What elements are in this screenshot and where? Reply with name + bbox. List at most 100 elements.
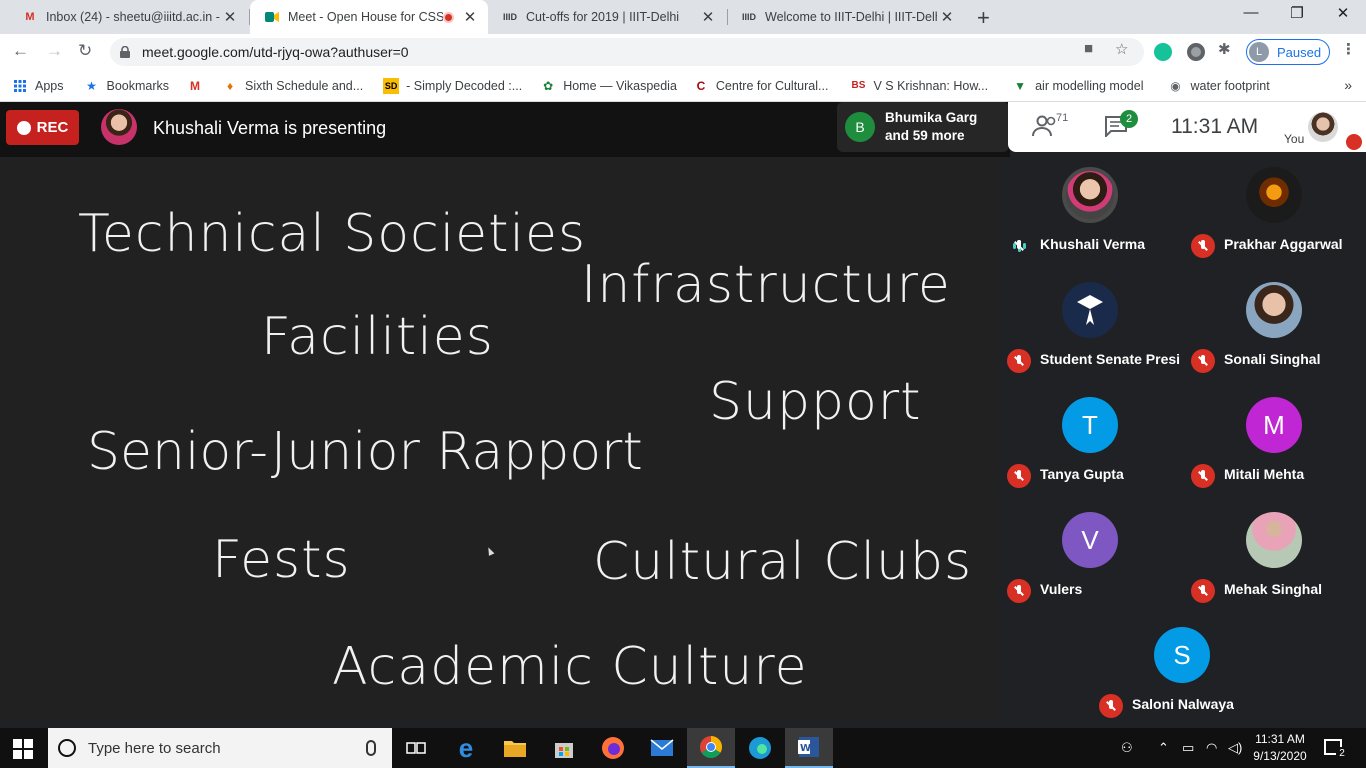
bookmark-water-footprint[interactable]: ◉ water footprint	[1167, 78, 1269, 94]
notification-count: 2	[1336, 747, 1348, 759]
bookmark-simply-decoded[interactable]: SD - Simply Decoded :...	[383, 77, 523, 94]
record-dot-icon	[16, 120, 31, 135]
participant-tile[interactable]: Mehak Singhal	[1182, 502, 1366, 617]
grammarly-icon[interactable]	[1154, 43, 1172, 61]
close-tab-icon[interactable]: ✕	[937, 8, 957, 26]
microphone-icon[interactable]	[366, 740, 376, 756]
minimize-button[interactable]: —	[1228, 4, 1274, 21]
tab-inbox[interactable]: M Inbox (24) - sheetu@iiitd.ac.in - I ✕	[8, 0, 248, 34]
participant-tile[interactable]: T Tanya Gupta	[998, 387, 1182, 502]
word-icon[interactable]: W	[785, 728, 833, 768]
bookmark-vs-krishnan[interactable]: BS V S Krishnan: How...	[850, 78, 989, 94]
show-hidden-icons-icon[interactable]: ⌃	[1158, 740, 1169, 756]
bookmark-label: - Simply Decoded :...	[406, 78, 523, 93]
mic-muted-icon	[1191, 464, 1215, 488]
bookmark-air-modelling[interactable]: ▼ air modelling model	[1012, 78, 1143, 94]
bookmark-bookmarks[interactable]: ★ Bookmarks	[84, 78, 169, 94]
edge-icon[interactable]	[736, 728, 784, 768]
close-window-button[interactable]: ✕	[1320, 4, 1366, 22]
more-bookmarks-icon[interactable]: »	[1344, 77, 1352, 93]
mouse-cursor-icon	[485, 546, 495, 556]
puzzle-extensions-icon[interactable]: ✱	[1218, 40, 1231, 58]
slide-word: Senior-Junior Rapport	[87, 422, 643, 482]
task-view-icon[interactable]	[392, 728, 440, 768]
participant-name: Sonali Singhal	[1224, 351, 1321, 367]
meet-clock: 11:31 AM	[1171, 115, 1259, 138]
participant-tile[interactable]: V Vulers	[998, 502, 1182, 617]
bookmark-vikaspedia[interactable]: ✿ Home — Vikaspedia	[540, 78, 677, 94]
other-participants-chip[interactable]: B Bhumika Garg and 59 more	[837, 102, 1009, 152]
bookmark-sixth-schedule[interactable]: ♦ Sixth Schedule and...	[222, 78, 363, 94]
camera-icon[interactable]: ■	[1084, 40, 1093, 57]
participant-name: Mehak Singhal	[1224, 581, 1323, 597]
participant-tile[interactable]: M Mitali Mehta	[1182, 387, 1366, 502]
mic-muted-icon	[1191, 234, 1215, 258]
participant-name: Tanya Gupta	[1040, 466, 1124, 482]
recording-badge[interactable]: REC	[6, 110, 79, 145]
people-tray-icon[interactable]: ⚇	[1121, 740, 1133, 756]
bookmark-ccrt[interactable]: C Centre for Cultural...	[693, 78, 829, 94]
participant-name: Mitali Mehta	[1224, 466, 1305, 482]
battery-icon[interactable]: ▭	[1182, 740, 1194, 756]
participant-avatar	[1246, 282, 1302, 338]
store-icon[interactable]	[540, 728, 588, 768]
vikaspedia-icon: ✿	[543, 78, 554, 93]
presenter-avatar	[101, 109, 137, 145]
wifi-icon[interactable]: ◠	[1206, 740, 1217, 756]
tab-title: Welcome to IIIT-Delhi | IIIT-Delhi	[765, 10, 937, 24]
chrome-icon[interactable]	[687, 728, 735, 768]
address-bar[interactable]: meet.google.com/utd-rjyq-owa?authuser=0	[110, 38, 1144, 66]
windows-start-icon[interactable]	[13, 739, 33, 759]
volume-icon[interactable]: ◁)	[1228, 740, 1242, 756]
others-name: Bhumika Garg	[885, 110, 978, 125]
firefox-icon[interactable]	[589, 728, 637, 768]
slide-word: Cultural Clubs	[593, 532, 973, 592]
tab-title: Inbox (24) - sheetu@iiitd.ac.in - I	[46, 10, 220, 24]
others-count: and 59 more	[885, 128, 965, 143]
participant-tile[interactable]: S Saloni Nalwaya	[1090, 617, 1274, 720]
svg-text:W: W	[800, 743, 811, 754]
mail-icon[interactable]	[638, 728, 686, 768]
bookmark-apps[interactable]: Apps	[12, 78, 64, 94]
meet-call-view: REC Khushali Verma is presenting B Bhumi…	[0, 102, 1366, 720]
close-tab-icon[interactable]: ✕	[220, 8, 240, 26]
tab-welcome[interactable]: IIID Welcome to IIIT-Delhi | IIIT-Delhi …	[727, 0, 965, 34]
reload-button[interactable]: ↻	[78, 41, 92, 61]
bookmark-gmail[interactable]: M	[187, 78, 210, 94]
taskbar-search[interactable]: Type here to search	[48, 728, 392, 768]
bookmark-label: air modelling model	[1035, 78, 1144, 93]
you-label: You	[1284, 132, 1305, 146]
tab-meet[interactable]: Meet - Open House for CSSS ✕	[250, 0, 488, 34]
self-avatar[interactable]	[1308, 112, 1338, 142]
participant-tile[interactable]: Sonali Singhal	[1182, 272, 1366, 387]
browser-toolbar: ← → ↻ meet.google.com/utd-rjyq-owa?authu…	[0, 34, 1366, 70]
participant-avatar	[1062, 282, 1118, 338]
restore-button[interactable]: ❐	[1274, 4, 1320, 22]
cortana-icon	[58, 739, 76, 757]
participant-tile[interactable]: Prakhar Aggarwal	[1182, 157, 1366, 272]
mic-muted-icon	[1191, 349, 1215, 373]
close-tab-icon[interactable]: ✕	[698, 8, 718, 26]
participant-avatar: V	[1062, 512, 1118, 568]
forward-button[interactable]: →	[46, 41, 63, 61]
bulb-icon: ♦	[226, 78, 234, 93]
system-clock[interactable]: 11:31 AM 9/13/2020	[1247, 731, 1313, 765]
close-tab-icon[interactable]: ✕	[460, 8, 480, 26]
gmail-icon: M	[190, 78, 201, 93]
mic-muted-icon	[1007, 464, 1031, 488]
edge-legacy-icon[interactable]: e	[442, 728, 490, 768]
search-placeholder: Type here to search	[88, 739, 221, 757]
bookmark-star-icon[interactable]: ☆	[1115, 40, 1128, 58]
iiitd-icon: IIID	[741, 12, 756, 22]
profile-button[interactable]: L Paused	[1246, 39, 1330, 65]
tab-cutoffs[interactable]: IIID Cut-offs for 2019 | IIIT-Delhi ✕	[488, 0, 726, 34]
participant-tile[interactable]: Student Senate Presi...	[998, 272, 1182, 387]
participant-tile[interactable]: Khushali Verma	[998, 157, 1182, 272]
file-explorer-icon[interactable]	[491, 728, 539, 768]
extension-icon[interactable]	[1187, 43, 1205, 61]
back-button[interactable]: ←	[12, 41, 29, 61]
new-tab-button[interactable]: +	[977, 5, 990, 31]
lock-icon[interactable]	[118, 45, 132, 59]
slide-word: Technical Societies	[78, 204, 587, 264]
menu-icon[interactable]: ⋮	[1341, 40, 1356, 58]
